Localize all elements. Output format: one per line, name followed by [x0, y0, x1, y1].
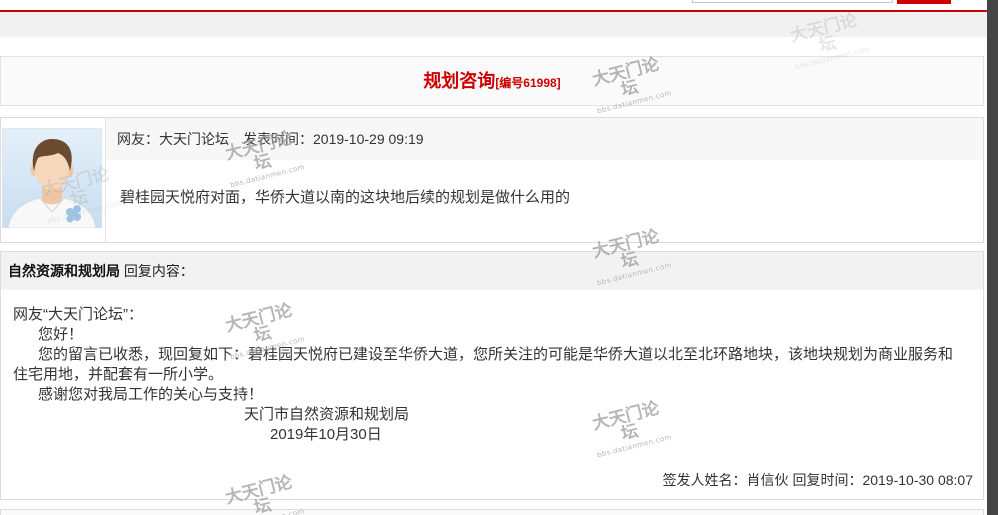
question-post: 网友：大天门论坛 发表时间：2019-10-29 09:19 碧桂园天悦府对面，华…: [0, 117, 984, 243]
search-input[interactable]: [692, 0, 893, 3]
reply-date: 2019年10月30日: [270, 426, 382, 443]
user-avatar-icon: [2, 128, 102, 228]
post-main: 网友：大天门论坛 发表时间：2019-10-29 09:19 碧桂园天悦府对面，华…: [106, 118, 983, 242]
post-author: 网友：大天门论坛: [117, 131, 229, 147]
reply-content: 您的留言已收悉，现回复如下：碧桂园天悦府已建设至华侨大道，您所关注的可能是华侨大…: [13, 346, 954, 383]
reply-greeting: 网友“大天门论坛”：: [13, 306, 143, 323]
reply-body: 网友“大天门论坛”： 您好！ 您的留言已收悉，现回复如下：碧桂园天悦府已建设至华…: [0, 290, 984, 500]
reply-salutation: 您好！: [38, 326, 84, 343]
search-button[interactable]: [897, 0, 951, 4]
reply-issuer-info: 签发人姓名：肖信伙 回复时间：2019-10-30 08:07: [663, 470, 973, 490]
avatar-cell: [1, 118, 106, 242]
post-time: 发表时间：2019-10-29 09:19: [243, 131, 424, 147]
post-content: 碧桂园天悦府对面，华侨大道以南的这块地后续的规划是做什么用的: [120, 189, 571, 206]
forum-page: 规划咨询[编号61998] 网友：大天门论坛 发表时间：2019-10-29 0…: [0, 0, 998, 515]
reply-time: 回复时间：2019-10-30 08:07: [792, 472, 973, 488]
post-meta: 网友：大天门论坛 发表时间：2019-10-29 09:19: [106, 118, 983, 160]
vertical-scrollbar[interactable]: [987, 0, 998, 515]
topic-number: [编号61998]: [495, 76, 561, 90]
topic-title-box: 规划咨询[编号61998]: [0, 56, 984, 106]
top-bar: [0, 0, 987, 10]
reply-department: 自然资源和规划局: [8, 263, 120, 279]
issuer-name: 签发人姓名：肖信伙: [662, 472, 789, 488]
reply-header: 自然资源和规划局 回复内容：: [0, 251, 984, 290]
page-title: 规划咨询: [423, 71, 496, 91]
reply-header-label: 回复内容：: [123, 263, 194, 279]
reply-signature: 天门市自然资源和规划局: [244, 406, 410, 423]
reply-thanks: 感谢您对我局工作的关心与支持！: [38, 386, 264, 403]
next-section: [0, 509, 984, 515]
nav-band: [0, 12, 987, 37]
